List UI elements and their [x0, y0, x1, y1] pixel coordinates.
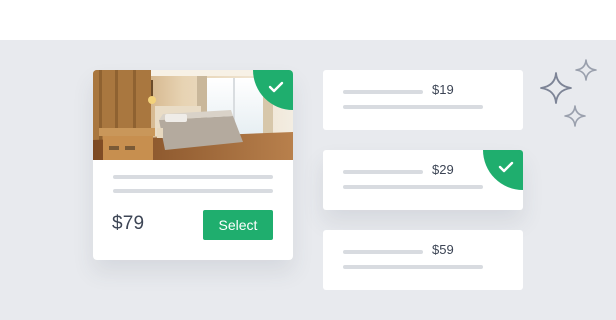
placeholder-line — [113, 189, 273, 193]
check-icon — [483, 150, 523, 190]
room-card[interactable]: $79 Select — [93, 70, 293, 260]
top-bar — [0, 0, 616, 40]
placeholder-line — [343, 170, 423, 174]
placeholder-line — [113, 175, 273, 179]
sparkle-icon — [574, 58, 598, 82]
option-card[interactable]: $59 — [323, 230, 523, 290]
placeholder-line — [343, 105, 483, 109]
sparkle-icon — [563, 104, 587, 128]
option-price: $59 — [432, 242, 454, 257]
option-card-selected[interactable]: $29 — [323, 150, 523, 210]
option-price: $19 — [432, 82, 454, 97]
select-button[interactable]: Select — [203, 210, 273, 240]
placeholder-line — [343, 185, 483, 189]
room-price: $79 — [112, 213, 145, 234]
selected-check-badge — [253, 70, 293, 110]
placeholder-line — [343, 250, 423, 254]
sparkle-icon — [539, 71, 573, 105]
placeholder-line — [343, 90, 423, 94]
option-price: $29 — [432, 162, 454, 177]
placeholder-line — [343, 265, 483, 269]
option-card[interactable]: $19 — [323, 70, 523, 130]
description-placeholder — [113, 175, 273, 193]
check-icon — [253, 70, 293, 110]
selected-check-badge — [483, 150, 523, 190]
